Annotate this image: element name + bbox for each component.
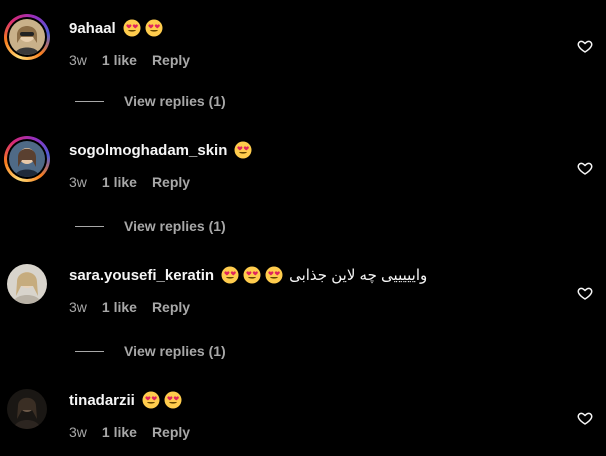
comment-meta: 3w 1 like Reply [69, 424, 190, 440]
comment-item: 9ahaal 3w 1 like Reply [0, 14, 606, 84]
heart-eyes-emoji-icon [234, 141, 252, 159]
heart-outline-icon[interactable] [577, 38, 593, 54]
comment-item: tinadarzii 3w 1 like Reply [0, 386, 606, 456]
avatar-ring[interactable] [4, 14, 50, 60]
reply-button[interactable]: Reply [152, 174, 190, 190]
emoji-group [142, 391, 182, 409]
view-replies-label: View replies (1) [124, 93, 226, 109]
avatar-ring[interactable] [4, 136, 50, 182]
view-replies-button[interactable]: View replies (1) [75, 218, 226, 234]
heart-outline-icon[interactable] [577, 410, 593, 426]
like-count[interactable]: 1 like [102, 174, 137, 190]
emoji-group [123, 19, 163, 37]
like-count[interactable]: 1 like [102, 424, 137, 440]
like-count[interactable]: 1 like [102, 52, 137, 68]
view-replies-button[interactable]: View replies (1) [75, 343, 226, 359]
comment-item: sara.yousefi_keratin وایییییی چه لاین جذ… [0, 261, 606, 331]
timestamp[interactable]: 3w [69, 52, 87, 68]
heart-eyes-emoji-icon [243, 266, 261, 284]
avatar-ring[interactable] [4, 261, 50, 307]
username[interactable]: tinadarzii [69, 392, 135, 409]
view-replies-button[interactable]: View replies (1) [75, 93, 226, 109]
reply-button[interactable]: Reply [152, 299, 190, 315]
reply-button[interactable]: Reply [152, 424, 190, 440]
username[interactable]: 9ahaal [69, 20, 116, 37]
avatar[interactable] [7, 389, 47, 429]
username[interactable]: sara.yousefi_keratin [69, 267, 214, 284]
heart-eyes-emoji-icon [145, 19, 163, 37]
comment-meta: 3w 1 like Reply [69, 174, 190, 190]
avatar[interactable] [9, 19, 45, 55]
replies-divider-line [75, 100, 104, 102]
timestamp[interactable]: 3w [69, 299, 87, 315]
comment-text: وایییییی چه لاین جذابی [289, 267, 428, 284]
heart-eyes-emoji-icon [221, 266, 239, 284]
view-replies-label: View replies (1) [124, 343, 226, 359]
emoji-group [234, 141, 252, 159]
username[interactable]: sogolmoghadam_skin [69, 142, 227, 159]
reply-button[interactable]: Reply [152, 52, 190, 68]
replies-divider-line [75, 225, 104, 227]
heart-outline-icon[interactable] [577, 285, 593, 301]
timestamp[interactable]: 3w [69, 424, 87, 440]
replies-divider-line [75, 350, 104, 352]
heart-outline-icon[interactable] [577, 160, 593, 176]
heart-eyes-emoji-icon [123, 19, 141, 37]
comment-item: sogolmoghadam_skin 3w 1 like Reply [0, 136, 606, 206]
comment-meta: 3w 1 like Reply [69, 52, 190, 68]
avatar[interactable] [7, 264, 47, 304]
like-count[interactable]: 1 like [102, 299, 137, 315]
view-replies-label: View replies (1) [124, 218, 226, 234]
emoji-group [221, 266, 283, 284]
avatar[interactable] [9, 141, 45, 177]
comment-list: 9ahaal 3w 1 like Reply View replies (1) … [0, 0, 606, 456]
heart-eyes-emoji-icon [265, 266, 283, 284]
timestamp[interactable]: 3w [69, 174, 87, 190]
heart-eyes-emoji-icon [142, 391, 160, 409]
comment-meta: 3w 1 like Reply [69, 299, 190, 315]
heart-eyes-emoji-icon [164, 391, 182, 409]
avatar-ring[interactable] [4, 386, 50, 432]
